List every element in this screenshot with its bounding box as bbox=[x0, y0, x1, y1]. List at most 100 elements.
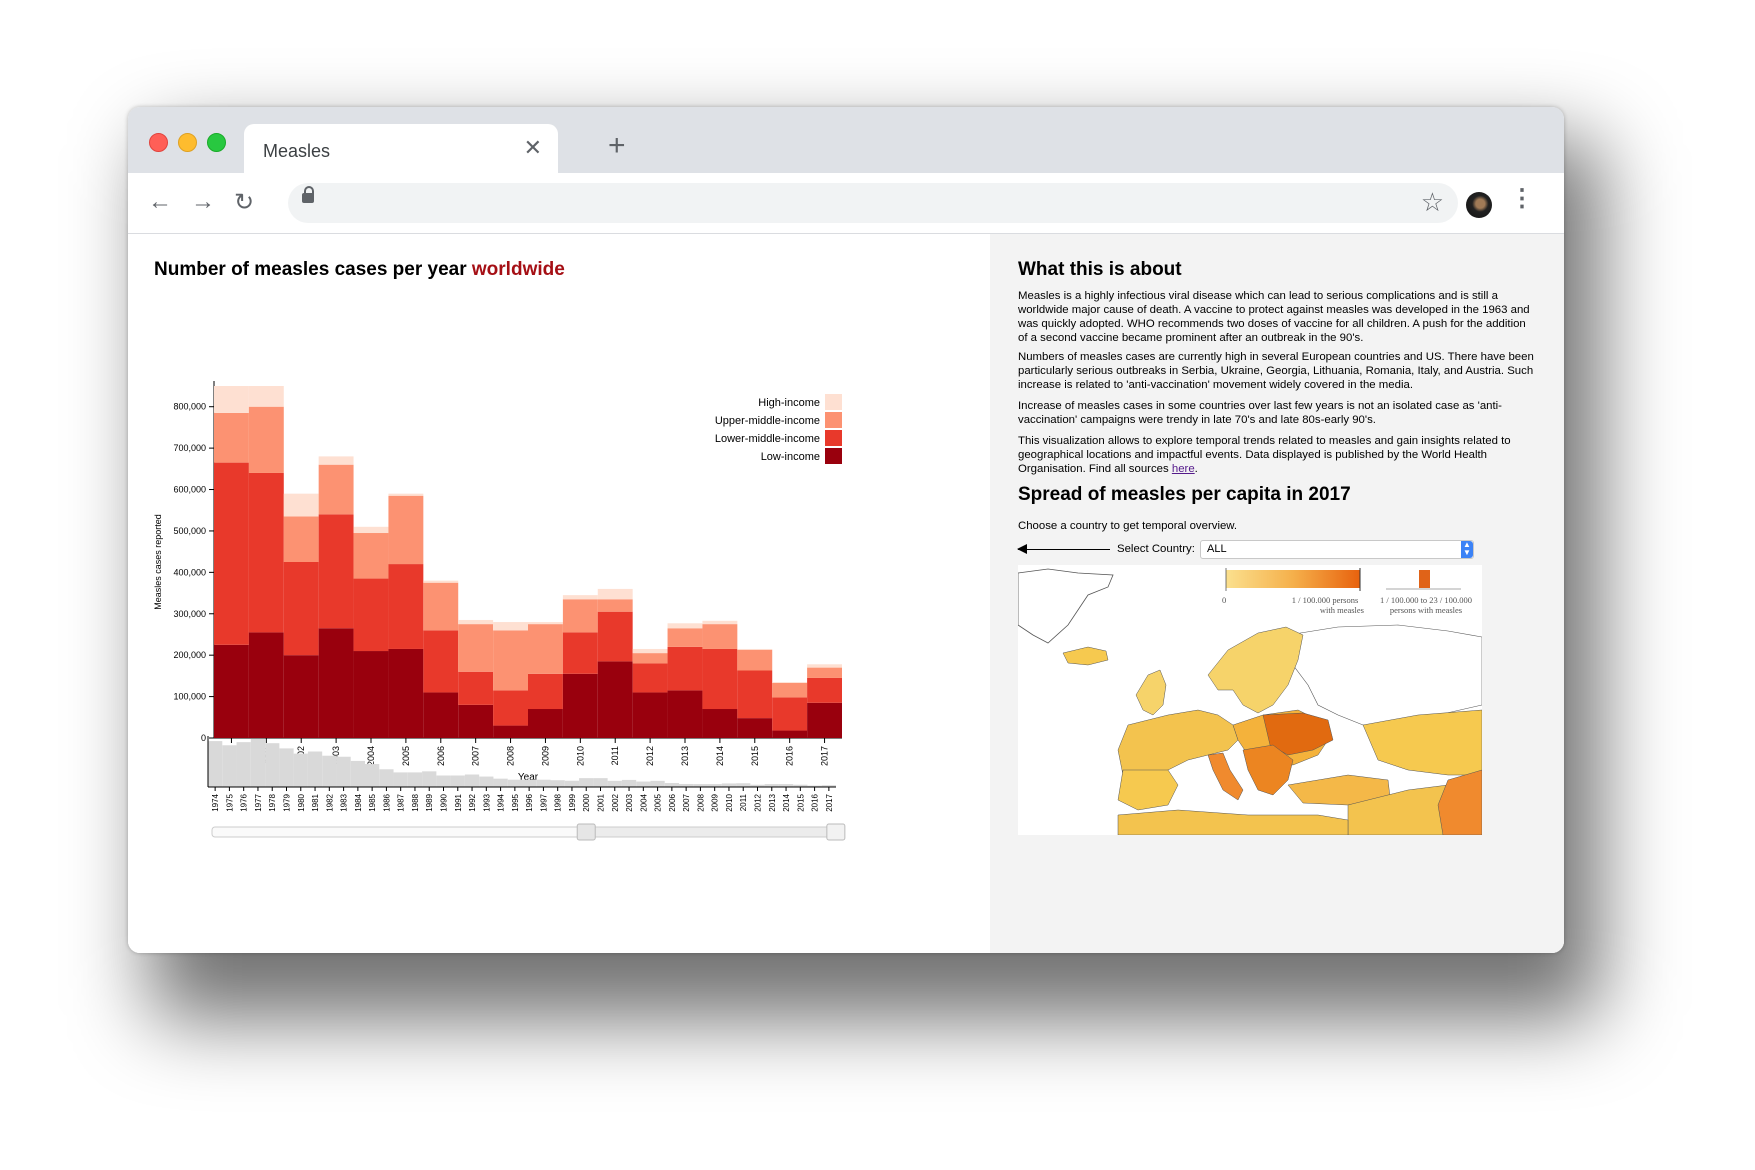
reload-icon[interactable]: ↻ bbox=[234, 188, 254, 217]
uk-ireland-shape[interactable] bbox=[1135, 669, 1167, 716]
brush-handle-end[interactable] bbox=[826, 823, 846, 841]
bar-upper-middle-income-2014 bbox=[702, 624, 738, 649]
bookmark-star-icon[interactable]: ☆ bbox=[1421, 187, 1444, 218]
overview-bar-1987 bbox=[393, 772, 408, 787]
overview-x-tick-label: 1982 bbox=[325, 793, 334, 811]
about-title: What this is about bbox=[1018, 259, 1182, 280]
y-tick-label: 400,000 bbox=[173, 567, 206, 577]
greenland-outline[interactable] bbox=[1018, 568, 1114, 644]
overview-bar-2005 bbox=[650, 780, 665, 787]
overview-bar-1983 bbox=[336, 756, 351, 787]
bar-low-income-2011 bbox=[597, 661, 633, 738]
overview-bar-1996 bbox=[522, 779, 537, 787]
overview-x-tick-label: 2016 bbox=[811, 793, 820, 811]
bar-high-income-2014 bbox=[702, 620, 738, 625]
choropleth-map[interactable]: 0 1 / 100.000 persons with measles 1 / 1… bbox=[1018, 565, 1482, 835]
bar-high-income-2015 bbox=[737, 648, 773, 650]
legend-label-1: 1 / 100.000 persons with measles bbox=[1286, 595, 1364, 615]
bar-lower-middle-income-2017 bbox=[807, 677, 842, 703]
overview-bar-1991 bbox=[450, 775, 465, 787]
about-paragraph-3: Increase of measles cases in some countr… bbox=[1018, 400, 1502, 426]
overview-x-tick-label: 1984 bbox=[354, 793, 363, 811]
bar-lower-middle-income-2015 bbox=[737, 670, 773, 719]
italy-shape[interactable] bbox=[1207, 752, 1244, 801]
brush-selection bbox=[585, 826, 830, 838]
forward-arrow-icon[interactable]: → bbox=[191, 188, 215, 216]
sources-link[interactable]: here bbox=[1172, 463, 1195, 475]
bar-lower-middle-income-2000 bbox=[214, 462, 249, 645]
overview-x-tick-label: 1990 bbox=[440, 793, 449, 811]
overview-x-tick-label: 2011 bbox=[739, 793, 748, 811]
legend-swatch-lower-middle-income bbox=[825, 430, 842, 446]
overview-x-tick-label: 1999 bbox=[568, 793, 577, 811]
legend-label-upper-middle-income: Upper-middle-income bbox=[715, 415, 820, 427]
more-menu-icon[interactable]: ⋮ bbox=[1510, 187, 1534, 211]
profile-avatar[interactable] bbox=[1466, 192, 1492, 218]
overview-x-tick-label: 2001 bbox=[597, 793, 606, 811]
select-country-label: Select Country: bbox=[1117, 543, 1195, 555]
tab-bar: Measles ✕ + bbox=[128, 107, 1564, 173]
maximize-window-button[interactable] bbox=[207, 133, 226, 152]
legend-label-1-line2: with measles bbox=[1319, 605, 1364, 615]
spread-title: Spread of measles per capita in 2017 bbox=[1018, 484, 1351, 505]
overview-x-tick-label: 2005 bbox=[654, 793, 663, 811]
overview-x-tick-label: 1994 bbox=[497, 793, 506, 811]
bar-upper-middle-income-2016 bbox=[772, 682, 808, 698]
overview-bar-1986 bbox=[379, 769, 394, 787]
overview-bar-chart[interactable]: 1974 1975 1976 1977 1978 1979 1980 1981 1982 1983… bbox=[128, 729, 990, 879]
about-paragraph-4-text: This visualization allows to explore tem… bbox=[1018, 435, 1511, 475]
bar-lower-middle-income-2002 bbox=[283, 562, 319, 656]
bar-lower-middle-income-2009 bbox=[528, 673, 563, 710]
tab-measles[interactable]: Measles ✕ bbox=[244, 124, 558, 173]
bar-upper-middle-income-2017 bbox=[807, 667, 842, 678]
overview-bar-1982 bbox=[322, 755, 337, 787]
overview-x-tick-label: 2017 bbox=[825, 793, 834, 811]
pakistan-shape[interactable] bbox=[1437, 769, 1482, 835]
overview-bar-1977 bbox=[250, 739, 266, 787]
overview-x-tick-label: 1988 bbox=[411, 793, 420, 811]
y-axis-label: Measles cases reported bbox=[153, 514, 163, 610]
map-legend: 0 1 / 100.000 persons with measles 1 / 1… bbox=[1216, 565, 1482, 621]
legend-swatch-high-income bbox=[825, 394, 842, 410]
overview-x-tick-label: 1993 bbox=[482, 793, 491, 811]
iceland-shape[interactable] bbox=[1062, 646, 1109, 666]
bar-low-income-2002 bbox=[283, 655, 319, 738]
minimize-window-button[interactable] bbox=[178, 133, 197, 152]
y-tick-label: 700,000 bbox=[173, 443, 206, 453]
overview-x-tick-label: 1987 bbox=[397, 793, 406, 811]
overview-x-tick-label: 2000 bbox=[582, 793, 591, 811]
bar-high-income-2000 bbox=[214, 386, 249, 413]
y-tick-label: 600,000 bbox=[173, 485, 206, 495]
bar-low-income-2001 bbox=[248, 632, 284, 738]
bar-upper-middle-income-2013 bbox=[667, 628, 703, 647]
overview-x-tick-label: 2007 bbox=[682, 793, 691, 811]
bar-lower-middle-income-2006 bbox=[423, 630, 459, 693]
overview-bar-1974 bbox=[208, 741, 223, 787]
overview-bar-1989 bbox=[422, 771, 437, 787]
tab-close-icon[interactable]: ✕ bbox=[524, 135, 542, 161]
overview-x-tick-label: 1997 bbox=[539, 793, 548, 811]
overview-bar-2011 bbox=[736, 783, 751, 787]
overview-x-tick-label: 2012 bbox=[754, 793, 763, 811]
bar-lower-middle-income-2003 bbox=[318, 514, 354, 629]
new-tab-button[interactable]: + bbox=[608, 129, 626, 163]
overview-x-tick-label: 1986 bbox=[382, 793, 391, 811]
legend-label-low-income: Low-income bbox=[761, 451, 820, 463]
bar-upper-middle-income-2008 bbox=[493, 630, 528, 691]
bar-lower-middle-income-2007 bbox=[458, 671, 494, 705]
scandinavia-shape[interactable] bbox=[1207, 626, 1304, 714]
bar-high-income-2011 bbox=[597, 588, 633, 600]
north-africa-shape[interactable] bbox=[1117, 809, 1349, 835]
arrow-head-icon bbox=[1017, 544, 1027, 554]
overview-bar-1988 bbox=[407, 772, 423, 787]
bar-upper-middle-income-2015 bbox=[737, 649, 773, 671]
back-arrow-icon[interactable]: ← bbox=[148, 188, 172, 216]
country-select[interactable]: ALL ▲ ▼ bbox=[1200, 540, 1474, 559]
iberia-shape[interactable] bbox=[1117, 769, 1179, 811]
bar-upper-middle-income-2002 bbox=[283, 516, 319, 562]
legend-label-2-line1: 1 / 100.000 to 23 / 100.000 bbox=[1379, 595, 1473, 605]
close-window-button[interactable] bbox=[149, 133, 168, 152]
brush-handle-start[interactable] bbox=[576, 823, 596, 841]
overview-x-tick-label: 1978 bbox=[268, 793, 277, 811]
address-bar[interactable]: ☆ bbox=[288, 183, 1458, 223]
